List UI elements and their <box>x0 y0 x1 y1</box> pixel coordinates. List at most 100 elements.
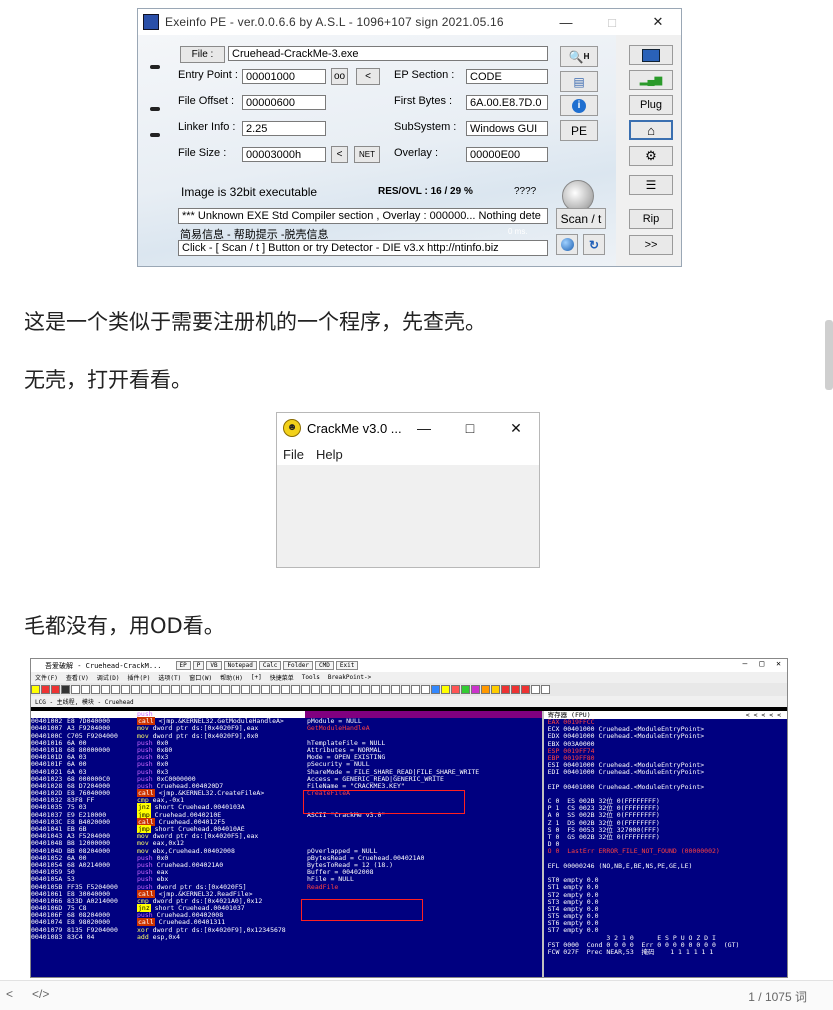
od-tab[interactable]: Folder <box>283 661 314 670</box>
od-toolbar-button[interactable] <box>521 685 530 694</box>
stats-button[interactable]: ▂▄▆ <box>629 70 673 90</box>
od-tab[interactable]: Exit <box>335 661 359 670</box>
od-toolbar-button[interactable] <box>321 685 330 694</box>
od-toolbar-button[interactable] <box>91 685 100 694</box>
od-tab[interactable]: VB <box>206 661 222 670</box>
od-registers-pane[interactable]: 寄存器 (FPU) < < < < < EAX 0019FFCC ECX 00401… <box>541 711 787 977</box>
od-toolbar-button[interactable] <box>171 685 180 694</box>
od-code-row[interactable]: 00401018 68 80000000 push 0x80 Attributes =… <box>31 746 542 754</box>
first-bytes-field[interactable]: 6A.00.E8.7D.0 <box>466 95 548 110</box>
minimize-button[interactable]: — <box>543 9 589 35</box>
od-register-row[interactable]: FCW 027F Prec NEAR,53 掩码 1 1 1 1 1 1 <box>544 948 787 956</box>
od-toolbar-button[interactable] <box>261 685 270 694</box>
od-tab[interactable]: EP <box>175 661 191 670</box>
od-toolbar-button[interactable] <box>131 685 140 694</box>
od-code-row[interactable]: 00401059 50 push eax Buffer = 00402008 <box>31 868 542 876</box>
od-code-row[interactable]: 00401054 68 A0214000 push Cruehead.004021A… <box>31 861 542 869</box>
search-h-button[interactable]: 🔍 H <box>560 46 598 67</box>
od-code-row[interactable]: 00401066 833D A0214000 cmp dword ptr ds:[0… <box>31 897 542 905</box>
code-view-icon[interactable]: </> <box>32 987 49 1001</box>
entry-point-field[interactable]: 00001000 <box>242 69 326 84</box>
scan-button[interactable]: Scan / t <box>556 208 606 229</box>
od-code-row[interactable]: 0040102D E8 76040000 call <jmp.&KERNEL32.C… <box>31 789 542 798</box>
overlay-field[interactable]: 00000E00 <box>466 147 548 162</box>
rip-button[interactable]: Rip <box>629 209 673 229</box>
od-code-row[interactable]: 0040100C C705 F9204000 mov dword ptr ds:[0… <box>31 732 542 740</box>
minimize-button[interactable]: — <box>401 413 447 443</box>
od-toolbar-button[interactable] <box>441 685 450 694</box>
od-toolbar-button[interactable] <box>431 685 440 694</box>
od-register-row[interactable]: O 0 LastErr ERROR_FILE_NOT_FOUND (000000… <box>544 848 787 855</box>
od-toolbar-button[interactable] <box>101 685 110 694</box>
od-toolbar-button[interactable] <box>361 685 370 694</box>
list-view-button[interactable]: ▤ <box>560 71 598 92</box>
od-toolbar-button[interactable] <box>151 685 160 694</box>
subsystem-field[interactable]: Windows GUI <box>466 121 548 136</box>
od-register-row[interactable]: T 0 GS 002B 32位 0(FFFFFFFF) <box>544 833 787 841</box>
od-register-row[interactable]: EFL 00000246 (NO,NB,E,BE,NS,PE,GE,LE) <box>544 862 787 870</box>
od-toolbar-button[interactable] <box>271 685 280 694</box>
od-toolbar-button[interactable] <box>231 685 240 694</box>
maximize-button[interactable]: □ <box>589 9 635 35</box>
close-button[interactable]: ✕ <box>493 413 539 443</box>
od-toolbar-button[interactable] <box>291 685 300 694</box>
scan-result-field[interactable]: *** Unknown EXE Std Compiler section , O… <box>178 208 548 224</box>
od-toolbar-button[interactable] <box>511 685 520 694</box>
od-toolbar-button[interactable] <box>461 685 470 694</box>
od-menu-item[interactable]: Tools <box>298 674 324 681</box>
od-menu-item[interactable]: 帮助(H) <box>216 673 247 682</box>
od-menu-item[interactable]: BreakPoint-> <box>324 674 375 681</box>
od-disassembly-pane[interactable]: 00401000 6A 00 push 0x0 00401002 E8 7D040000… <box>31 711 542 977</box>
od-toolbar-button[interactable] <box>451 685 460 694</box>
od-toolbar-button[interactable] <box>281 685 290 694</box>
od-menu-item[interactable]: 文件(F) <box>31 673 62 682</box>
plug-button[interactable]: Plug <box>629 95 673 115</box>
od-menu-item[interactable]: 插件(P) <box>124 673 155 682</box>
maximize-button[interactable]: □ <box>447 413 493 443</box>
od-toolbar-button[interactable] <box>191 685 200 694</box>
info-button[interactable]: i <box>560 95 598 116</box>
od-register-row[interactable]: EIP 00401000 Cruehead.<ModuleEntryPoint> <box>544 783 787 791</box>
od-toolbar-button[interactable] <box>311 685 320 694</box>
od-toolbar-button[interactable] <box>531 685 540 694</box>
od-toolbar-button[interactable] <box>301 685 310 694</box>
od-toolbar-button[interactable] <box>471 685 480 694</box>
od-toolbar-button[interactable] <box>541 685 550 694</box>
od-toolbar-button[interactable] <box>181 685 190 694</box>
od-toolbar-button[interactable] <box>121 685 130 694</box>
od-toolbar-button[interactable] <box>481 685 490 694</box>
globe-button[interactable] <box>556 234 578 255</box>
od-code-row[interactable]: 00401032 83F8 FF cmp eax,-0x1 <box>31 797 542 804</box>
od-menu-item[interactable]: 窗口(W) <box>185 673 216 682</box>
od-menu-item[interactable]: [+] <box>247 674 266 681</box>
settings-button[interactable]: ⚙ <box>629 146 673 166</box>
open-folder-button[interactable] <box>629 45 673 65</box>
od-toolbar-button[interactable] <box>391 685 400 694</box>
od-code-row[interactable]: 0040103C E8 B4020000 call Cruehead.004012F… <box>31 817 542 826</box>
od-tab[interactable]: Notepad <box>223 661 257 670</box>
od-toolbar-button[interactable] <box>211 685 220 694</box>
od-register-row[interactable]: EDI 00401000 Cruehead.<ModuleEntryPoint> <box>544 769 787 776</box>
file-size-field[interactable]: 00003000h <box>242 147 326 162</box>
nav-arrows-icon[interactable]: < < < < < <box>746 711 787 719</box>
od-toolbar-button[interactable] <box>491 685 500 694</box>
od-code-row[interactable]: 00401083 83C4 04 add esp,0x4 <box>31 933 542 941</box>
file-button[interactable]: File : <box>180 46 225 63</box>
od-toolbar-button[interactable] <box>221 685 230 694</box>
file-name-field[interactable]: Cruehead-CrackMe-3.exe <box>228 46 548 61</box>
linker-info-field[interactable]: 2.25 <box>242 121 326 136</box>
od-toolbar-button[interactable] <box>51 685 60 694</box>
close-button[interactable]: ✕ <box>776 659 781 668</box>
pe-button[interactable]: PE <box>560 120 598 141</box>
od-toolbar-button[interactable] <box>341 685 350 694</box>
od-toolbar-button[interactable] <box>501 685 510 694</box>
od-toolbar-button[interactable] <box>141 685 150 694</box>
od-menu-item[interactable]: 调试(D) <box>93 673 124 682</box>
maximize-button[interactable]: □ <box>759 659 764 668</box>
od-menu-item[interactable]: 选项(T) <box>154 673 185 682</box>
od-tab[interactable]: P <box>192 661 205 670</box>
menu-button[interactable]: ☰ <box>629 175 673 195</box>
od-menu-item[interactable]: 快捷菜单 <box>266 673 298 682</box>
file-offset-field[interactable]: 00000600 <box>242 95 326 110</box>
od-toolbar-button[interactable] <box>241 685 250 694</box>
